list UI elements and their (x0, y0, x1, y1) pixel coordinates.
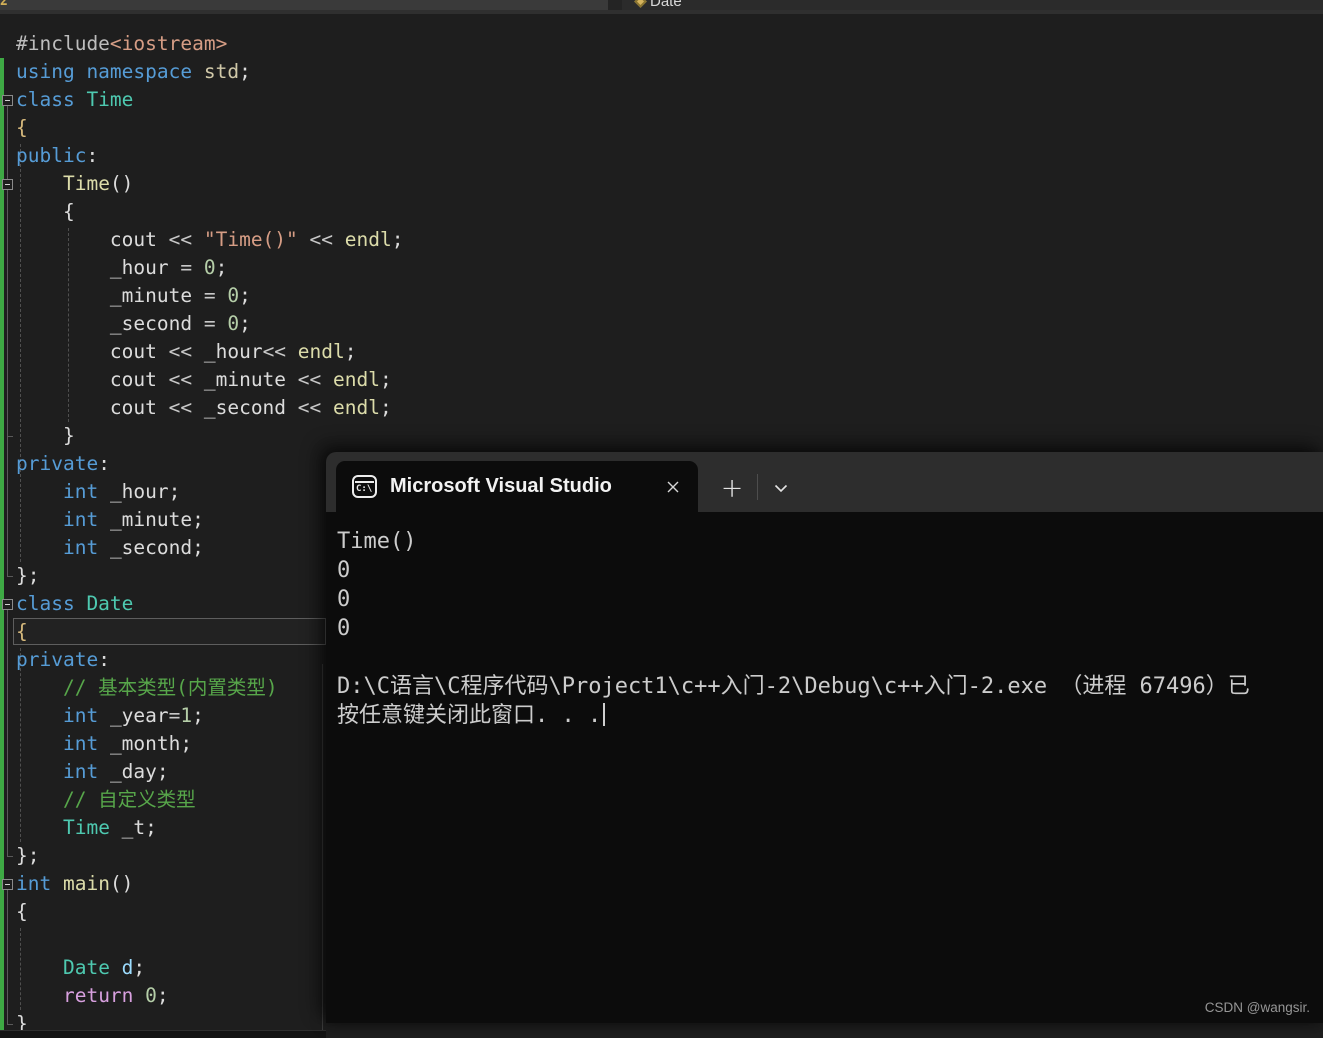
code-line[interactable]: } (16, 422, 403, 450)
command-prompt-icon: C:\ (352, 475, 377, 498)
collapse-marker-class-time[interactable] (2, 95, 13, 106)
code-line[interactable]: { (16, 198, 403, 226)
collapse-marker-time-ctor[interactable] (2, 179, 13, 190)
pane-divider (322, 664, 323, 1030)
tab-dropdown-button[interactable] (767, 474, 795, 502)
clipped-glyph: 2 (0, 0, 8, 9)
close-icon (667, 481, 679, 492)
fold-guide-line (7, 610, 8, 856)
watermark: CSDN @wangsir. (1204, 1000, 1310, 1015)
collapse-marker-class-date[interactable] (2, 599, 13, 610)
code-line[interactable]: using namespace std; (16, 58, 403, 86)
class-diamond-icon (634, 0, 647, 8)
command-prompt-icon-text: C:\ (356, 484, 373, 494)
terminal-line: 0 (337, 616, 351, 641)
collapse-marker-main[interactable] (2, 879, 13, 890)
fold-guide-line (7, 106, 8, 576)
terminal-tab[interactable]: C:\ Microsoft Visual Studio (336, 461, 698, 512)
editor-bottom-strip (0, 1030, 326, 1038)
code-line[interactable]: cout << _minute << endl; (16, 366, 403, 394)
topbar-left-segment (0, 0, 608, 10)
nav-item-date[interactable]: Date (634, 0, 682, 10)
terminal-line: 0 (337, 587, 351, 612)
top-bar: Date 2 (0, 0, 1323, 14)
navigation-bar: Date (622, 0, 1323, 10)
code-line[interactable]: cout << "Time()" << endl; (16, 226, 404, 254)
code-line[interactable]: _hour = 0; (16, 254, 403, 282)
nav-item-date-label: Date (650, 0, 682, 10)
code-line[interactable]: class Time (16, 86, 403, 114)
fold-end-tick (7, 576, 13, 577)
tab-close-button[interactable] (662, 476, 684, 498)
terminal-window: C:\ Microsoft Visual Studio + Time() 0 0 0 D… (326, 452, 1323, 1023)
terminal-line: Time() (337, 529, 417, 554)
topbar-divider (608, 0, 622, 10)
code-line[interactable]: public: (16, 142, 403, 170)
terminal-titlebar[interactable]: C:\ Microsoft Visual Studio + (326, 452, 1323, 512)
fold-guide-line (7, 890, 8, 1024)
new-tab-button[interactable]: + (718, 474, 746, 502)
fold-end-tick (7, 436, 13, 437)
code-line[interactable]: Time() (16, 170, 403, 198)
code-line[interactable]: #include<iostream> (16, 30, 403, 58)
chevron-down-icon (774, 484, 788, 492)
terminal-line: 0 (337, 558, 351, 583)
fold-end-tick (7, 1024, 13, 1025)
code-line[interactable]: cout << _second << endl; (16, 394, 403, 422)
text-cursor (603, 703, 606, 726)
terminal-output[interactable]: Time() 0 0 0 D:\C语言\C程序代码\Project1\c++入门-2\D… (326, 512, 1323, 1023)
code-line[interactable]: { (16, 114, 403, 142)
code-line[interactable]: cout << _hour<< endl; (16, 338, 403, 366)
terminal-line: D:\C语言\C程序代码\Project1\c++入门-2\Debug\c++入… (337, 674, 1250, 699)
code-line[interactable]: _minute = 0; (16, 282, 403, 310)
terminal-line: 按任意键关闭此窗口. . . (337, 701, 1323, 730)
topbar-bottom-strip (0, 10, 1323, 14)
fold-end-tick (7, 856, 13, 857)
code-line[interactable]: _second = 0; (16, 310, 403, 338)
titlebar-separator (757, 474, 758, 500)
terminal-tab-title: Microsoft Visual Studio (390, 475, 612, 497)
